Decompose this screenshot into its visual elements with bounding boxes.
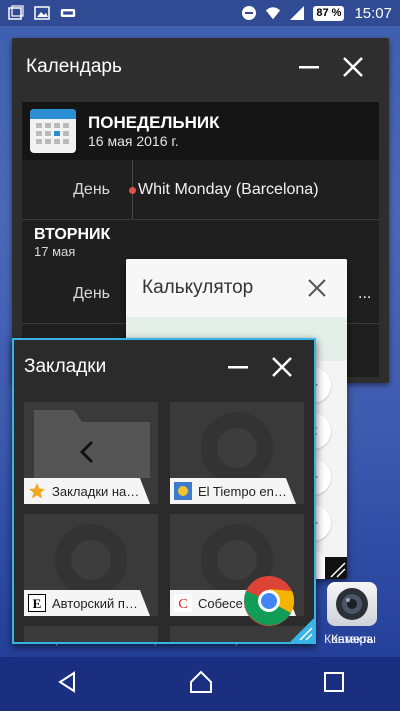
back-icon[interactable] xyxy=(55,670,79,699)
home-icon[interactable] xyxy=(188,670,214,699)
close-icon[interactable] xyxy=(260,347,304,387)
wifi-icon xyxy=(265,5,281,21)
minimize-icon[interactable] xyxy=(216,347,260,387)
folder-icon xyxy=(24,402,158,478)
event-type: День xyxy=(73,180,110,198)
sun-icon xyxy=(174,482,192,500)
event-row[interactable]: День Whit Monday (Barcelona) xyxy=(22,160,379,220)
battery-indicator: 87 % xyxy=(313,5,345,21)
date-label: 17 мая xyxy=(34,244,76,259)
day-header: ВТОРНИК 17 мая xyxy=(22,220,379,264)
minimize-icon[interactable] xyxy=(287,47,331,87)
letter-c-icon: C xyxy=(174,594,192,612)
cloud-icon xyxy=(60,5,76,21)
bookmark-tile[interactable]: Закладки на… xyxy=(24,402,158,504)
window-title: Калькулятор xyxy=(142,277,254,298)
signal-icon xyxy=(289,5,305,21)
event-title: ... xyxy=(358,284,372,302)
resize-handle-icon[interactable] xyxy=(325,557,347,579)
event-title: Whit Monday (Barcelona) xyxy=(138,180,319,198)
navigation-bar xyxy=(0,657,400,711)
bookmark-label: Закладки на… xyxy=(52,483,140,499)
svg-text:C: C xyxy=(178,597,187,612)
letter-e-icon: E xyxy=(28,594,46,612)
placeholder-icon xyxy=(170,402,304,478)
star-icon xyxy=(28,482,46,500)
dnd-icon xyxy=(241,5,257,21)
date-label: 16 мая 2016 г. xyxy=(88,133,179,149)
camera-app[interactable]: Камера xyxy=(320,582,384,652)
bookmark-label: Авторский п… xyxy=(52,595,138,611)
recents-icon[interactable] xyxy=(323,671,345,698)
bookmark-tile[interactable] xyxy=(24,626,158,642)
window-title: Закладки xyxy=(24,356,107,377)
svg-text:E: E xyxy=(33,596,42,611)
window-title: Календарь xyxy=(26,56,122,77)
image-icon xyxy=(34,5,50,21)
bookmarks-titlebar[interactable]: Закладки xyxy=(14,340,314,394)
bookmark-label: El Tiempo en… xyxy=(198,483,287,499)
camera-label: Камера xyxy=(331,632,373,646)
event-dot xyxy=(129,187,136,194)
bookmark-tile[interactable]: El Tiempo en… xyxy=(170,402,304,504)
camera-icon[interactable] xyxy=(327,582,377,626)
chrome-icon[interactable] xyxy=(243,575,295,627)
close-icon[interactable] xyxy=(295,268,339,308)
gallery-icon xyxy=(8,5,24,21)
calendar-titlebar[interactable]: Календарь xyxy=(12,38,389,96)
weekday-label: ВТОРНИК xyxy=(34,226,111,243)
weekday-label: ПОНЕДЕЛЬНИК xyxy=(88,113,220,132)
bookmark-tile[interactable]: E Авторский п… xyxy=(24,514,158,616)
calculator-titlebar[interactable]: Калькулятор xyxy=(126,259,347,317)
status-bar: 87 % 15:07 xyxy=(0,0,400,26)
close-icon[interactable] xyxy=(331,47,375,87)
event-type: День xyxy=(73,284,110,302)
placeholder-icon xyxy=(24,514,158,590)
bookmark-tile[interactable] xyxy=(170,626,304,642)
calendar-app-icon xyxy=(30,109,76,153)
day-header: ПОНЕДЕЛЬНИК 16 мая 2016 г. xyxy=(22,102,379,160)
clock: 15:07 xyxy=(354,4,392,22)
